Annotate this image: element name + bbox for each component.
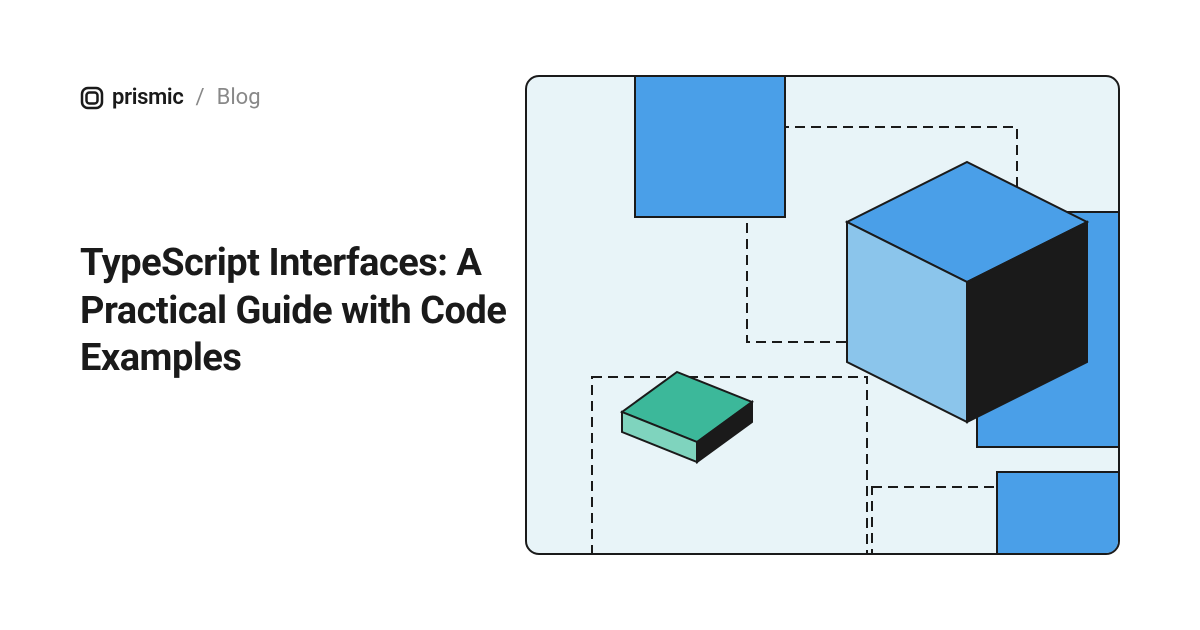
hero-illustration	[525, 75, 1120, 555]
header: prismic / Blog	[80, 85, 261, 110]
brand-name: prismic	[112, 85, 184, 110]
page-title: TypeScript Interfaces: A Practical Guide…	[80, 240, 520, 383]
prismic-logo-icon	[80, 86, 104, 110]
breadcrumb-separator: /	[196, 85, 205, 110]
section-label: Blog	[217, 85, 261, 110]
